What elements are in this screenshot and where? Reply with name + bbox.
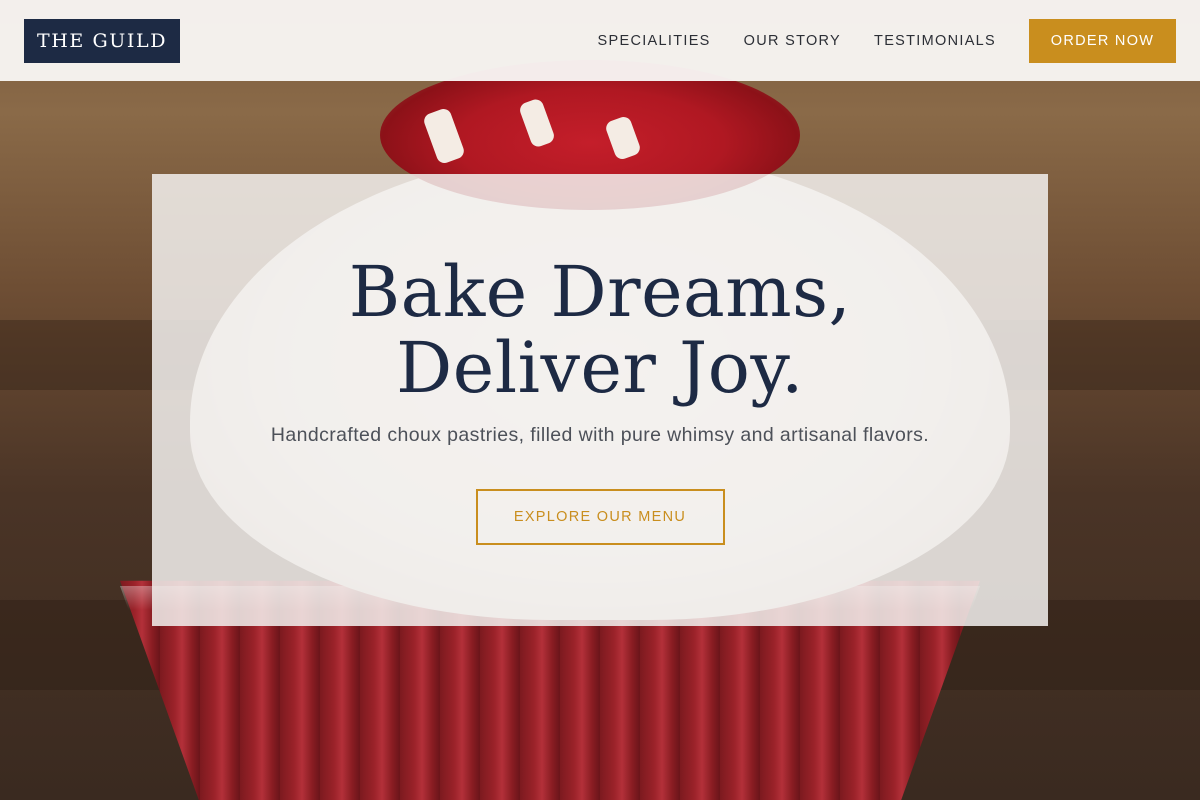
brand-logo[interactable]: THE GUILD xyxy=(24,18,180,63)
nav-link-testimonials[interactable]: TESTIMONIALS xyxy=(874,33,996,49)
explore-menu-button[interactable]: EXPLORE OUR MENU xyxy=(475,489,725,545)
hero-title: Bake Dreams, Deliver Joy. xyxy=(348,251,852,409)
hero-subtitle: Handcrafted choux pastries, filled with … xyxy=(270,424,930,446)
nav-link-our-story[interactable]: OUR STORY xyxy=(744,33,841,49)
order-now-button[interactable]: ORDER NOW xyxy=(1029,18,1176,63)
nav-link-specialities[interactable]: SPECIALITIES xyxy=(598,33,711,49)
hero-card: Bake Dreams, Deliver Joy. Handcrafted ch… xyxy=(152,174,1048,626)
main-nav: SPECIALITIES OUR STORY TESTIMONIALS ORDE… xyxy=(598,18,1176,63)
site-header: THE GUILD SPECIALITIES OUR STORY TESTIMO… xyxy=(0,0,1200,81)
brand-name: THE GUILD xyxy=(36,29,168,52)
